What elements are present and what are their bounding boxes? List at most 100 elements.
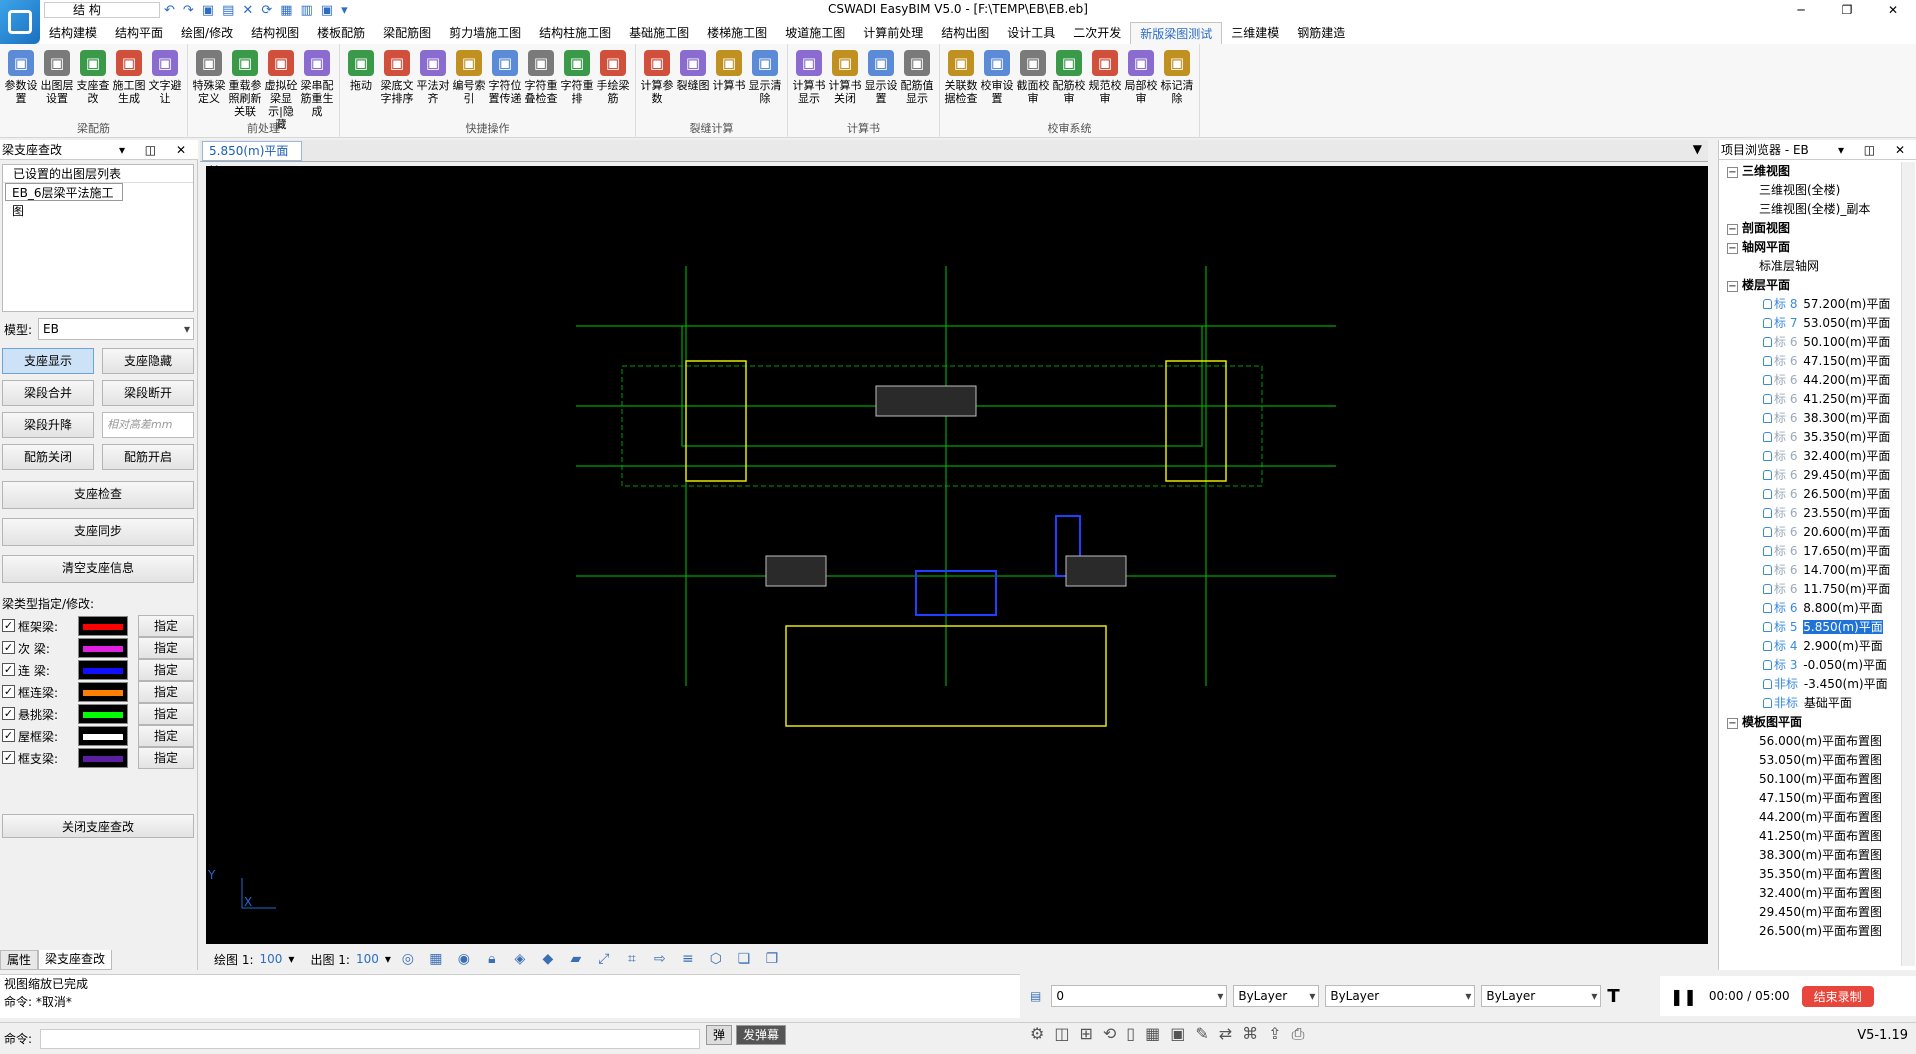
export-icon[interactable]: ▦ [280, 3, 292, 18]
tree-item[interactable]: 35.350(m)平面布置图 [1759, 865, 1882, 884]
linetype-select[interactable]: ByLayer [1325, 985, 1476, 1007]
menu-tab[interactable]: 楼板配筋 [308, 22, 374, 44]
menu-tab[interactable]: 计算前处理 [854, 22, 932, 44]
support-sync-button[interactable]: 支座同步 [2, 518, 194, 546]
ribbon-button[interactable]: ▣ 虚拟砼梁显示|隐藏 [264, 48, 298, 131]
split-segment-button[interactable]: 梁段断开 [102, 380, 194, 406]
show-support-button[interactable]: 支座显示 [2, 348, 94, 374]
tree-category[interactable]: − 三维视图 [1727, 162, 1790, 181]
ribbon-button[interactable]: ▣ 平法对齐 [416, 48, 450, 118]
layers-icon[interactable]: ◫ [1054, 1024, 1069, 1044]
text-style-icon[interactable]: T [1607, 986, 1619, 1007]
ribbon-button[interactable]: ▣ 配筋校审 [1052, 48, 1086, 118]
table-icon[interactable]: ▦ [1145, 1024, 1160, 1044]
ribbon-button[interactable]: ▣ 字符位置传递 [488, 48, 522, 118]
tree-item[interactable]: 56.000(m)平面布置图 [1759, 732, 1882, 751]
sync-icon[interactable]: ⇄ [1219, 1024, 1232, 1044]
hide-icon[interactable]: ◎ [397, 949, 419, 969]
ribbon-button[interactable]: ▣ 字符重叠检查 [524, 48, 558, 118]
tree-floor-item[interactable]: 标 6 38.300(m)平面 [1763, 409, 1890, 428]
beam-type-checkbox[interactable]: ✓ [2, 641, 15, 654]
ribbon-button[interactable]: ▣ 支座查改 [76, 48, 110, 118]
hierarchy-icon[interactable]: ⊞ [1079, 1024, 1092, 1044]
layer-list-item[interactable]: EB_6层梁平法施工图 [5, 183, 123, 218]
menu-tab[interactable]: 梁配筋图 [374, 22, 440, 44]
tree-floor-item[interactable]: 标 6 35.350(m)平面 [1763, 428, 1890, 447]
support-check-button[interactable]: 支座检查 [2, 481, 194, 509]
menu-tab[interactable]: 三维建模 [1222, 22, 1288, 44]
ribbon-button[interactable]: ▣ 规范校审 [1088, 48, 1122, 118]
menu-tab[interactable]: 结构平面 [106, 22, 172, 44]
window-icon[interactable]: ❏ [733, 949, 755, 969]
collapse-icon[interactable]: − [1727, 718, 1738, 729]
drawing-canvas[interactable]: X Y [206, 166, 1708, 944]
assign-button[interactable]: 指定 [138, 637, 194, 659]
color-select[interactable]: ByLayer [1233, 985, 1320, 1007]
restore-icon[interactable]: ❐ [1824, 0, 1870, 20]
tree-category[interactable]: − 剖面视图 [1727, 219, 1790, 238]
ribbon-button[interactable]: ▣ 截面校审 [1016, 48, 1050, 118]
tree-floor-item[interactable]: 标 6 17.650(m)平面 [1763, 542, 1890, 561]
save-as-icon[interactable]: ▣ [321, 3, 333, 18]
beam-color-swatch[interactable] [78, 660, 128, 680]
beam-color-swatch[interactable] [78, 748, 128, 768]
ribbon-button[interactable]: ▣ 施工图生成 [112, 48, 146, 118]
fit-icon[interactable]: ⤢ [593, 949, 615, 969]
save-all-icon[interactable]: ▤ [222, 3, 234, 18]
assign-button[interactable]: 指定 [138, 681, 194, 703]
menu-tab[interactable]: 基础施工图 [620, 22, 698, 44]
ribbon-button[interactable]: ▣ 出图层设置 [40, 48, 74, 118]
document-tab[interactable]: 5.850(m)平面 ✕ [202, 141, 302, 176]
ribbon-button[interactable]: ▣ 计算书 [712, 48, 746, 118]
lineweight-select[interactable]: ByLayer [1481, 985, 1602, 1007]
tree-category[interactable]: − 轴网平面 [1727, 238, 1790, 257]
beam-color-swatch[interactable] [78, 616, 128, 636]
ribbon-button[interactable]: ▣ 重载参照刷新关联 [228, 48, 262, 118]
tree-floor-item[interactable]: 非标 基础平面 [1763, 694, 1852, 713]
menu-tab[interactable]: 绘图/修改 [172, 22, 242, 44]
tree-item[interactable]: 44.200(m)平面布置图 [1759, 808, 1882, 827]
menu-tab[interactable]: 结构出图 [932, 22, 998, 44]
tree-floor-item[interactable]: 标 8 57.200(m)平面 [1763, 295, 1890, 314]
model-select[interactable]: EB [38, 318, 194, 340]
ribbon-button[interactable]: ▣ 手绘梁筋 [596, 48, 630, 118]
beam-color-swatch[interactable] [78, 638, 128, 658]
assign-button[interactable]: 指定 [138, 615, 194, 637]
tag-icon[interactable]: ⌘ [1242, 1024, 1258, 1044]
close-support-button[interactable]: 关闭支座查改 [2, 814, 194, 838]
command-input[interactable] [40, 1028, 700, 1049]
tree-category[interactable]: − 楼层平面 [1727, 276, 1790, 295]
panel-controls-icon[interactable]: ▾ ◫ ✕ [119, 140, 194, 160]
tree-floor-item[interactable]: 标 6 41.250(m)平面 [1763, 390, 1890, 409]
out-scale-dropdown-icon[interactable]: ▾ [385, 952, 391, 966]
pen-icon[interactable]: ✎ [1195, 1024, 1208, 1044]
menu-tab[interactable]: 结构视图 [242, 22, 308, 44]
tree-floor-item[interactable]: 标 6 23.550(m)平面 [1763, 504, 1890, 523]
profile-select[interactable]: 结 构 [44, 2, 160, 18]
tree-item[interactable]: 标准层轴网 [1759, 257, 1819, 276]
undo-icon[interactable]: ↶ [164, 3, 175, 18]
tree-floor-item[interactable]: 标 6 14.700(m)平面 [1763, 561, 1890, 580]
ribbon-button[interactable]: ▣ 字符重排 [560, 48, 594, 118]
tree-category[interactable]: − 模板图平面 [1727, 713, 1802, 732]
ribbon-button[interactable]: ▣ 计算书显示 [792, 48, 826, 118]
assign-button[interactable]: 指定 [138, 747, 194, 769]
tree-floor-item[interactable]: 标 5 5.850(m)平面 [1763, 618, 1883, 637]
tree-item[interactable]: 26.500(m)平面布置图 [1759, 922, 1882, 941]
tree-floor-item[interactable]: 标 6 8.800(m)平面 [1763, 599, 1883, 618]
collapse-icon[interactable]: − [1727, 224, 1738, 235]
grid-icon[interactable]: ▦ [425, 949, 447, 969]
cube-icon[interactable]: ⬡ [705, 949, 727, 969]
clear-support-button[interactable]: 清空支座信息 [2, 555, 194, 583]
ribbon-button[interactable]: ▣ 显示清除 [748, 48, 782, 118]
tree-floor-item[interactable]: 标 6 29.450(m)平面 [1763, 466, 1890, 485]
rebar-off-button[interactable]: 配筋关闭 [2, 444, 94, 470]
tree-item[interactable]: 三维视图(全楼)_副本 [1759, 200, 1870, 219]
print-icon[interactable]: ⎙ [1292, 1024, 1305, 1044]
assign-button[interactable]: 指定 [138, 703, 194, 725]
send-danmaku-button[interactable]: 发弹幕 [736, 1025, 787, 1045]
beam-type-checkbox[interactable]: ✓ [2, 751, 15, 764]
tree-floor-item[interactable]: 标 6 47.150(m)平面 [1763, 352, 1890, 371]
merge-segment-button[interactable]: 梁段合并 [2, 380, 94, 406]
assign-button[interactable]: 指定 [138, 659, 194, 681]
